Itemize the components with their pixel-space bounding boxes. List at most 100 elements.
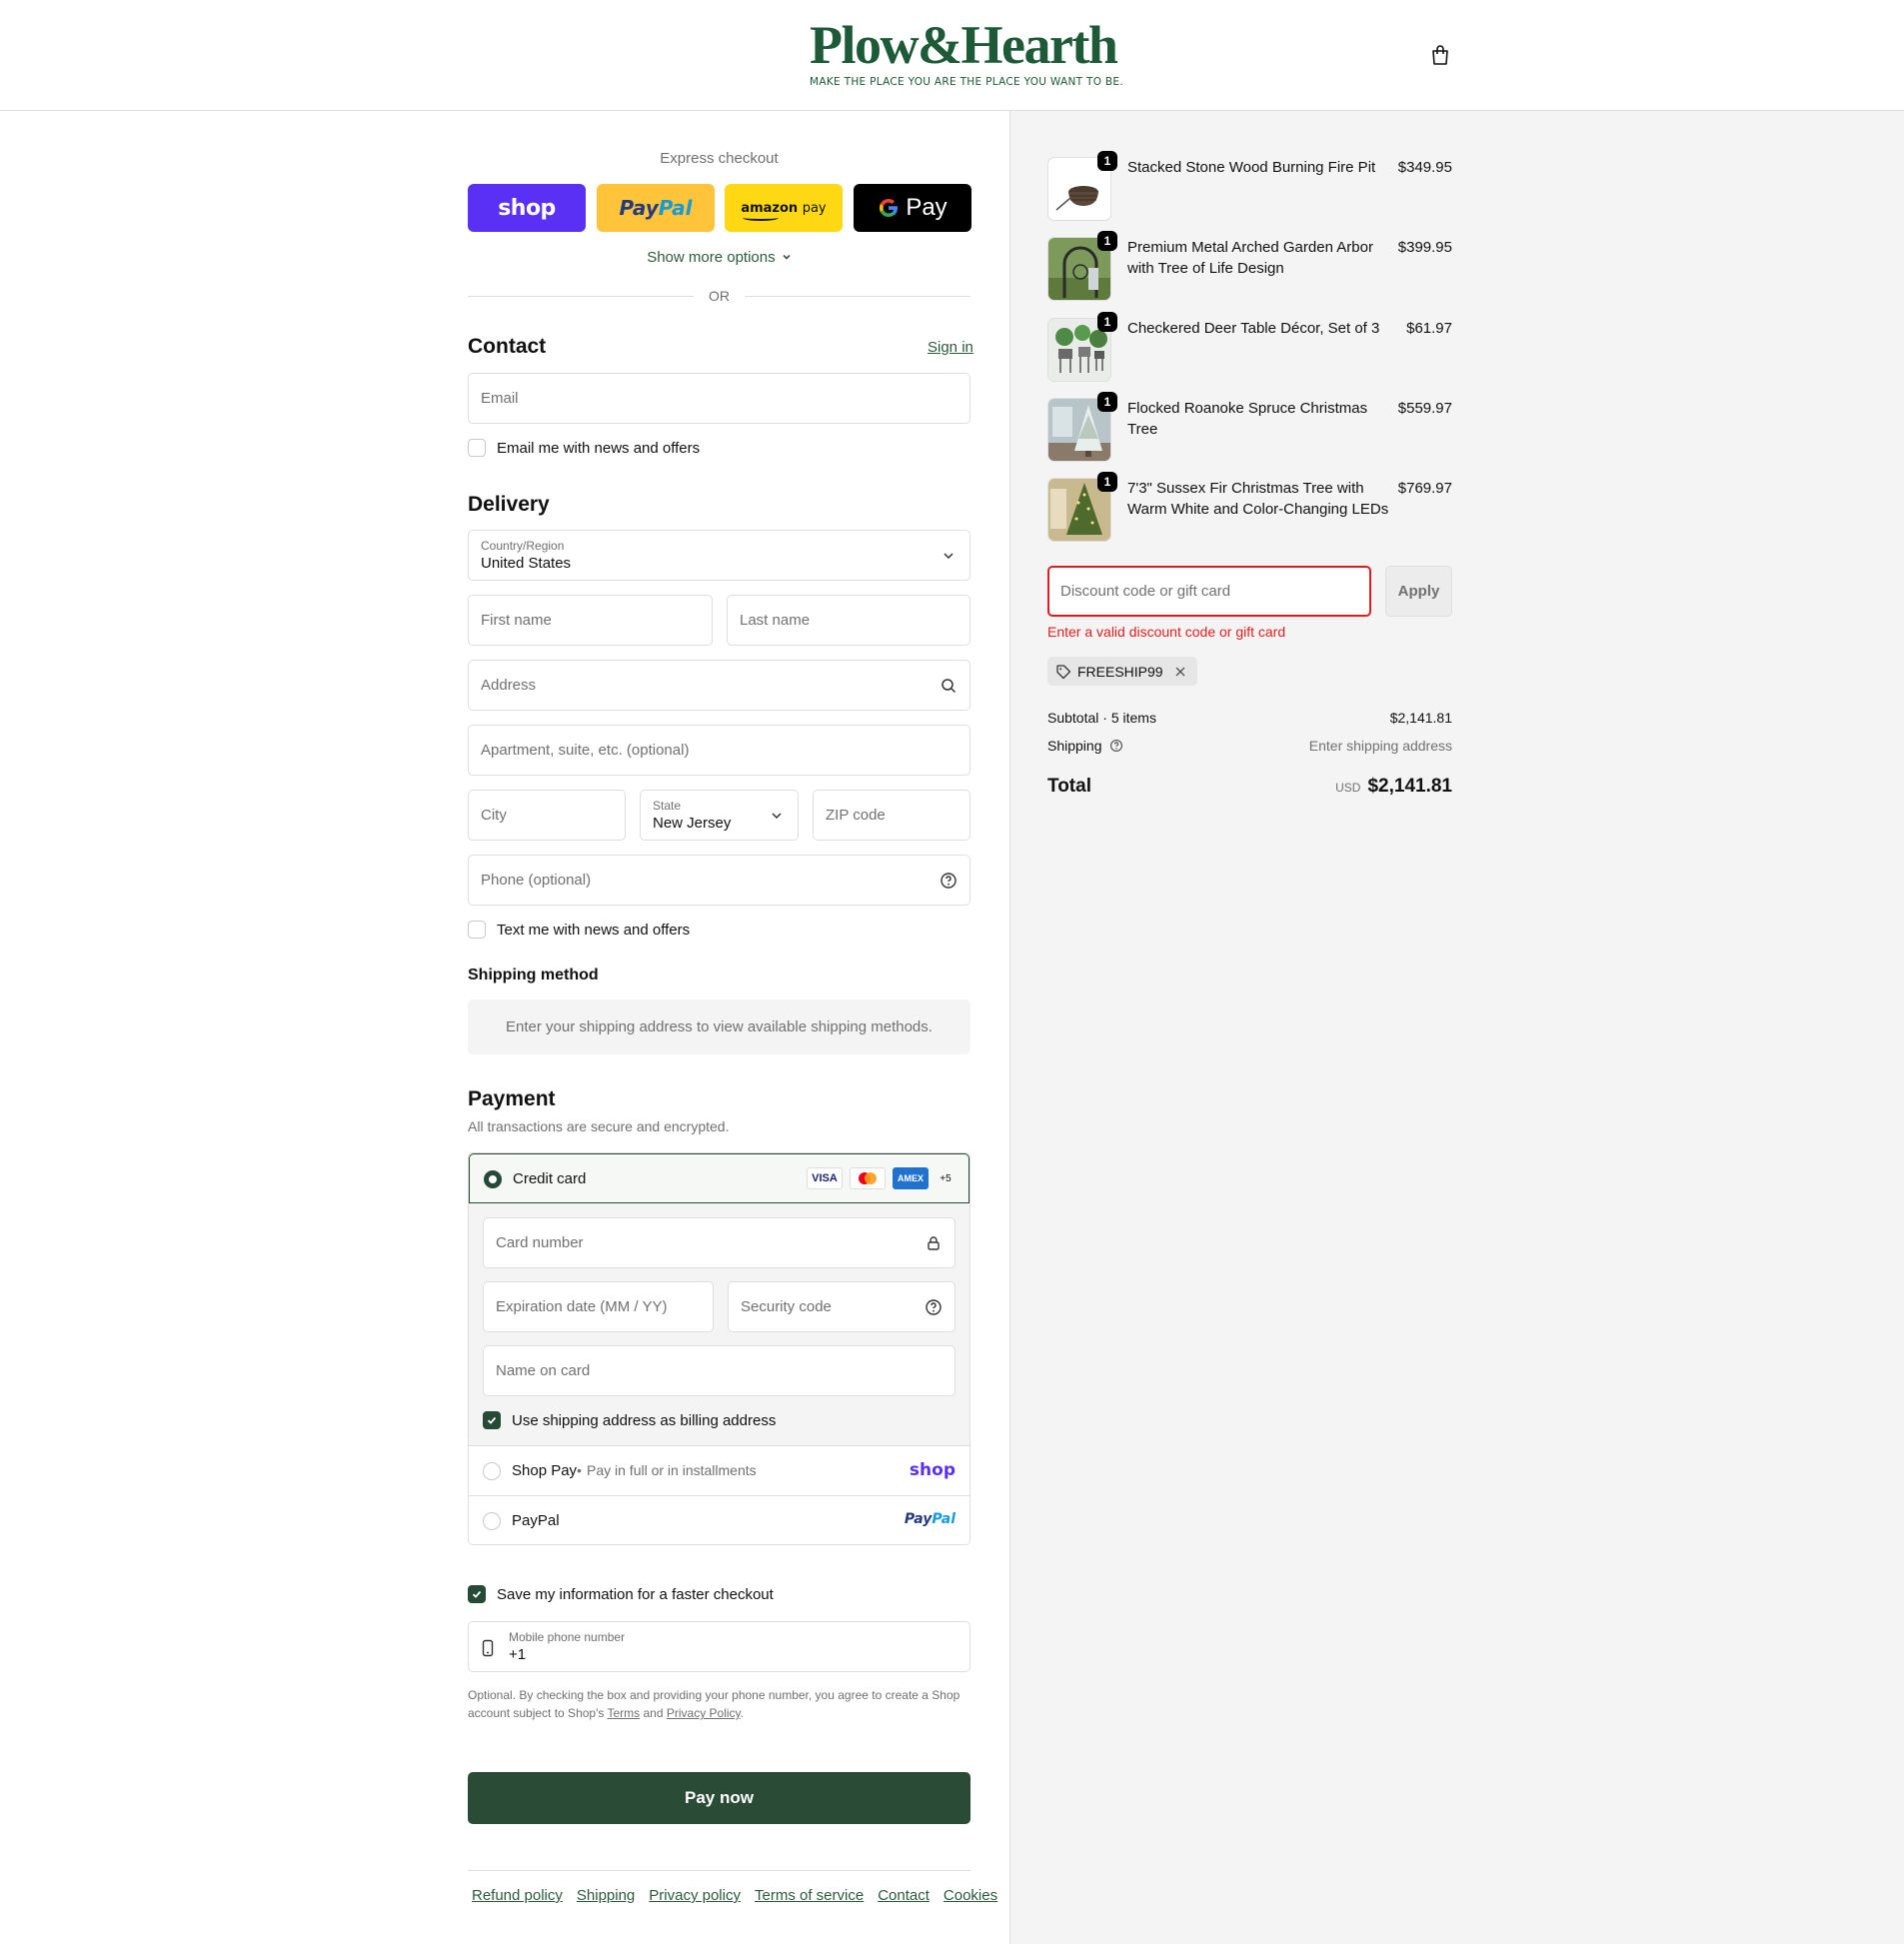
total-row: Total USD $2,141.81 — [1047, 776, 1452, 804]
shipping-value: Enter shipping address — [1308, 738, 1452, 754]
text-news-checkbox[interactable] — [468, 921, 486, 939]
sign-in-link[interactable]: Sign in — [928, 339, 973, 356]
or-text: OR — [709, 288, 730, 304]
email-field[interactable]: Email — [468, 373, 970, 424]
or-divider: OR — [468, 287, 970, 305]
pay-now-button[interactable]: Pay now — [468, 1772, 970, 1824]
phone-field[interactable]: Phone (optional) — [468, 855, 970, 906]
text-news-label: Text me with news and offers — [497, 921, 691, 939]
help-circle-icon[interactable] — [940, 872, 957, 890]
shop-terms-notice: Optional. By checking the box and provid… — [468, 1688, 960, 1720]
email-news-checkbox[interactable] — [468, 439, 486, 457]
lock-icon — [928, 1236, 940, 1250]
amex-icon: AMEX — [893, 1167, 929, 1189]
shop-privacy-link[interactable]: Privacy Policy — [667, 1706, 741, 1720]
save-info-checkbox[interactable] — [468, 1585, 486, 1603]
item-price: $769.97 — [1397, 480, 1452, 497]
credit-card-option[interactable]: Credit card VISA AMEX +5 — [469, 1153, 969, 1203]
terms-of-service-link[interactable]: Terms of service — [755, 1887, 864, 1904]
name-on-card-field[interactable]: Name on card — [483, 1345, 955, 1396]
item-name: 7'3" Sussex Fir Christmas Tree with Warm… — [1127, 480, 1389, 518]
paypal-button[interactable]: PayPal — [597, 184, 715, 232]
item-price: $349.95 — [1397, 159, 1452, 176]
first-name-field[interactable]: First name — [468, 595, 713, 646]
save-info-label: Save my information for a faster checkou… — [497, 1585, 774, 1603]
footer-links: Refund policy Shipping Privacy policy Te… — [472, 1887, 997, 1904]
amazon-pay-button[interactable]: amazon pay — [725, 184, 843, 232]
item-name: Stacked Stone Wood Burning Fire Pit — [1127, 159, 1376, 176]
brand-name: Plow&Hearth — [810, 15, 1118, 75]
paypal-radio[interactable] — [483, 1512, 501, 1530]
shipping-label: Shipping — [1047, 738, 1102, 754]
shipping-row: Shipping Enter shipping address — [1047, 738, 1452, 754]
currency-code: USD — [1335, 781, 1361, 795]
billing-same-row[interactable]: Use shipping address as billing address — [483, 1411, 776, 1429]
save-info-row[interactable]: Save my information for a faster checkou… — [468, 1585, 774, 1603]
amazon-pay-logo: amazon pay — [741, 201, 827, 221]
quantity-badge: 1 — [1097, 231, 1117, 251]
quantity-badge: 1 — [1097, 151, 1117, 171]
payment-heading: Payment — [468, 1087, 556, 1110]
email-news-checkbox-row[interactable]: Email me with news and offers — [468, 439, 700, 457]
checkmark-icon — [487, 1416, 497, 1424]
shop-pay-option[interactable]: Shop Pay • Pay in full or in installment… — [469, 1445, 969, 1495]
contact-link[interactable]: Contact — [878, 1887, 930, 1904]
quantity-badge: 1 — [1097, 392, 1117, 412]
item-price: $399.95 — [1397, 239, 1452, 256]
mastercard-icon — [850, 1167, 886, 1189]
last-name-field[interactable]: Last name — [727, 595, 970, 646]
state-select[interactable]: State New Jersey — [640, 790, 799, 841]
credit-card-form: Card number Expiration date (MM / YY) Se… — [469, 1203, 969, 1445]
security-code-field[interactable]: Security code — [728, 1281, 955, 1332]
cookies-link[interactable]: Cookies — [944, 1887, 997, 1904]
help-circle-icon[interactable] — [925, 1298, 943, 1316]
order-summary — [1009, 111, 1904, 1944]
cart-item: 1 Checkered Deer Table Décor, Set of 3 $… — [1047, 312, 1452, 382]
discount-code-input[interactable]: Discount code or gift card — [1047, 566, 1371, 617]
apartment-field[interactable]: Apartment, suite, etc. (optional) — [468, 725, 970, 776]
refund-policy-link[interactable]: Refund policy — [472, 1887, 563, 1904]
expiration-field[interactable]: Expiration date (MM / YY) — [483, 1281, 714, 1332]
shop-pay-radio[interactable] — [483, 1462, 501, 1480]
shop-pay-logo: shop — [909, 1460, 955, 1480]
shop-pay-button[interactable]: shop — [468, 184, 586, 232]
show-more-options-link[interactable]: Show more options — [468, 249, 970, 266]
brand-logo[interactable]: Plow&Hearth MAKE THE PLACE YOU ARE THE P… — [810, 15, 1123, 88]
more-cards-badge: +5 — [940, 1172, 952, 1184]
item-name: Flocked Roanoke Spruce Christmas Tree — [1127, 400, 1368, 438]
item-name: Checkered Deer Table Décor, Set of 3 — [1127, 320, 1380, 337]
item-name: Premium Metal Arched Garden Arbor with T… — [1127, 239, 1373, 277]
close-icon[interactable] — [1173, 665, 1187, 679]
applied-discount-tag: FREESHIP99 — [1047, 657, 1197, 686]
email-news-label: Email me with news and offers — [497, 439, 701, 457]
checkmark-icon — [472, 1590, 482, 1598]
total-value: $2,141.81 — [1367, 776, 1452, 797]
privacy-policy-link[interactable]: Privacy policy — [649, 1887, 741, 1904]
address-field[interactable]: Address — [468, 660, 970, 711]
google-pay-button[interactable]: Pay — [854, 184, 971, 232]
item-price: $61.97 — [1406, 320, 1452, 337]
city-field[interactable]: City — [468, 790, 626, 841]
country-select[interactable]: Country/Region United States — [468, 530, 970, 581]
card-number-field[interactable]: Card number — [483, 1217, 955, 1268]
shop-terms-link[interactable]: Terms — [608, 1706, 641, 1720]
paypal-option[interactable]: PayPal PayPal — [469, 1495, 969, 1544]
apply-discount-button[interactable]: Apply — [1385, 566, 1452, 617]
quantity-badge: 1 — [1097, 472, 1117, 492]
credit-card-radio[interactable] — [484, 1170, 502, 1188]
cart-item: 1 Flocked Roanoke Spruce Christmas Tree … — [1047, 392, 1452, 462]
billing-same-checkbox[interactable] — [483, 1411, 501, 1429]
chevron-down-icon — [772, 813, 782, 820]
subtotal-value: $2,141.81 — [1389, 710, 1452, 726]
text-news-checkbox-row[interactable]: Text me with news and offers — [468, 921, 690, 939]
google-pay-label: Pay — [906, 194, 948, 221]
mobile-phone-field[interactable]: Mobile phone number +1 — [468, 1621, 970, 1672]
shop-pay-label: Shop Pay — [512, 1462, 578, 1479]
shipping-policy-link[interactable]: Shipping — [577, 1887, 635, 1904]
shopping-bag-icon[interactable] — [1429, 44, 1451, 66]
help-circle-icon[interactable] — [1109, 739, 1123, 753]
cart-item: 1 7'3" Sussex Fir Christmas Tree with Wa… — [1047, 472, 1452, 542]
google-g-icon — [880, 199, 899, 217]
total-amount: USD $2,141.81 — [1335, 776, 1452, 798]
zip-field[interactable]: ZIP code — [813, 790, 970, 841]
